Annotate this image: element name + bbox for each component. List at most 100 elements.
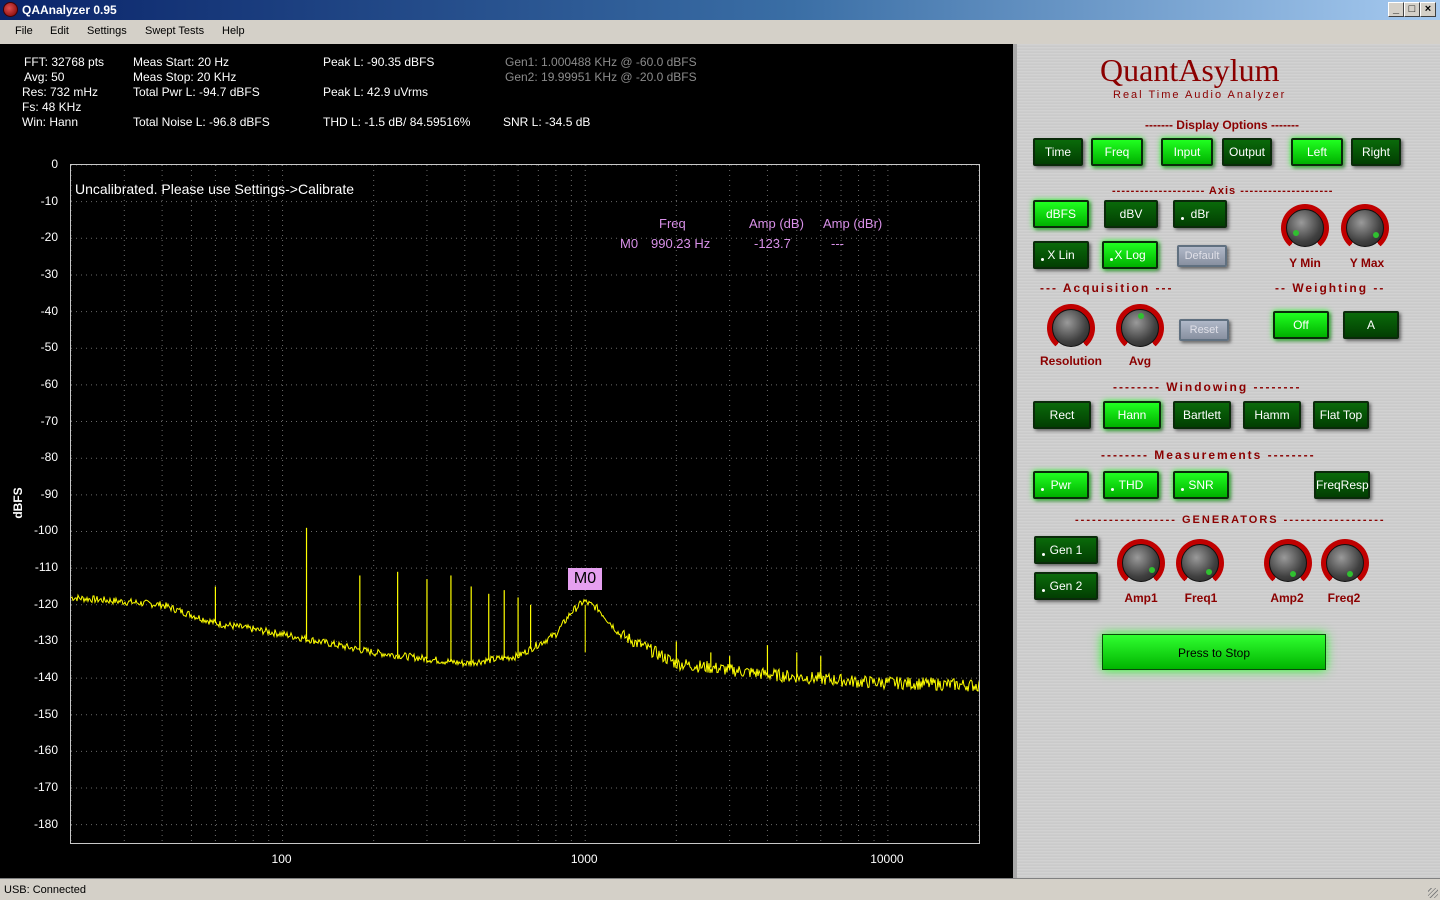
output-button[interactable]: Output (1222, 138, 1272, 166)
rect-window-button[interactable]: Rect (1033, 401, 1091, 429)
freq2-knob[interactable] (1321, 539, 1369, 587)
menu-settings[interactable]: Settings (87, 25, 127, 37)
resize-grip-icon[interactable] (1428, 888, 1438, 898)
title-bar: QAAnalyzer 0.95 _ □ × (0, 0, 1440, 20)
menu-edit[interactable]: Edit (50, 25, 69, 37)
stat-gen1: Gen1: 1.000488 KHz @ -60.0 dBFS (505, 55, 697, 69)
x-lin-button[interactable]: X Lin (1033, 241, 1089, 269)
y-tick-label: -120 (33, 596, 58, 611)
marker-row-name: M0 (620, 236, 639, 251)
snr-button[interactable]: SNR (1173, 471, 1229, 499)
y-min-knob-indicator (1293, 230, 1299, 236)
thd-indicator-dot (1111, 488, 1114, 491)
menu-file[interactable]: File (15, 25, 33, 37)
thd-label: THD (1118, 478, 1144, 492)
press-to-stop-button[interactable]: Press to Stop (1102, 634, 1326, 670)
freq1-knob-cap (1181, 544, 1219, 582)
freq1-knob[interactable] (1176, 539, 1224, 587)
avg-label: Avg (1128, 354, 1152, 368)
minimize-button[interactable]: _ (1388, 2, 1404, 17)
close-button[interactable]: × (1420, 2, 1436, 17)
stat-gen2: Gen2: 19.99951 KHz @ -20.0 dBFS (505, 70, 697, 84)
marker-row-freq: 990.23 Hz (651, 236, 711, 251)
x-log-button[interactable]: X Log (1102, 241, 1158, 269)
thd-button[interactable]: THD (1103, 471, 1159, 499)
y-tick-label: -140 (33, 670, 58, 685)
y-max-knob[interactable] (1341, 204, 1389, 252)
spectrum-trace (70, 593, 980, 692)
reset-button[interactable]: Reset (1179, 319, 1229, 341)
gen1-button[interactable]: Gen 1 (1034, 536, 1098, 564)
x-log-indicator-dot (1110, 258, 1113, 261)
bartlett-window-button[interactable]: Bartlett (1173, 401, 1231, 429)
y-max-knob-indicator (1373, 232, 1379, 238)
y-tick-label: -40 (40, 303, 58, 318)
input-button[interactable]: Input (1161, 138, 1213, 166)
spectrum-svg (70, 164, 980, 843)
hamm-window-button[interactable]: Hamm (1243, 401, 1301, 429)
weighting-off-button[interactable]: Off (1273, 311, 1329, 339)
resolution-knob-cap (1052, 309, 1090, 347)
left-channel-button[interactable]: Left (1291, 138, 1343, 166)
section-weighting: -- Weighting -- (1275, 281, 1386, 295)
gen2-label: Gen 2 (1049, 579, 1083, 593)
time-button[interactable]: Time (1033, 138, 1083, 166)
amp2-knob-indicator (1290, 571, 1296, 577)
right-channel-button[interactable]: Right (1351, 138, 1401, 166)
section-windowing: -------- Windowing -------- (1113, 380, 1302, 394)
dbr-indicator-dot (1181, 217, 1184, 220)
maximize-button[interactable]: □ (1404, 2, 1420, 17)
pwr-label: Pwr (1050, 478, 1072, 492)
amp1-knob[interactable] (1117, 539, 1165, 587)
amp2-knob[interactable] (1264, 539, 1312, 587)
freqresp-button[interactable]: FreqResp (1314, 471, 1370, 499)
section-measurements: -------- Measurements -------- (1101, 448, 1316, 462)
stat-total-pwr: Total Pwr L: -94.7 dBFS (133, 85, 260, 99)
menu-help[interactable]: Help (222, 25, 245, 37)
freq-button[interactable]: Freq (1091, 138, 1143, 166)
section-display-options: ------- Display Options ------- (1145, 118, 1299, 132)
status-bar: USB: Connected (0, 878, 1440, 900)
avg-knob[interactable] (1116, 304, 1164, 352)
default-axis-button[interactable]: Default (1177, 245, 1227, 267)
marker-flag[interactable]: M0 (568, 568, 602, 590)
stat-thd: THD L: -1.5 dB/ 84.59516% (323, 115, 471, 129)
section-axis: -------------------- Axis --------------… (1112, 185, 1334, 197)
x-tick-label: 100 (271, 852, 292, 866)
y-min-knob-cap (1286, 209, 1324, 247)
avg-knob-cap (1121, 309, 1159, 347)
y-tick-label: -110 (34, 560, 58, 575)
dbr-button[interactable]: dBr (1173, 200, 1227, 228)
gen2-button[interactable]: Gen 2 (1034, 572, 1098, 600)
stat-total-noise: Total Noise L: -96.8 dBFS (133, 115, 270, 129)
y-tick-label: -130 (33, 633, 58, 648)
resolution-knob[interactable] (1047, 304, 1095, 352)
gen2-indicator-dot (1042, 589, 1045, 592)
calibration-notice: Uncalibrated. Please use Settings->Calib… (75, 181, 354, 197)
y-tick-label: -150 (33, 706, 58, 721)
amp2-knob-cap (1269, 544, 1307, 582)
spectrum-plot[interactable] (70, 164, 980, 844)
y-tick-label: -30 (40, 266, 58, 281)
y-tick-label: -50 (40, 340, 58, 355)
flattop-window-button[interactable]: Flat Top (1313, 401, 1369, 429)
pwr-button[interactable]: Pwr (1033, 471, 1089, 499)
pwr-indicator-dot (1041, 488, 1044, 491)
x-log-label: X Log (1114, 248, 1146, 262)
app-icon (3, 2, 18, 17)
y-max-label: Y Max (1349, 256, 1385, 270)
menu-swept-tests[interactable]: Swept Tests (145, 25, 204, 37)
dbv-button[interactable]: dBV (1104, 200, 1158, 228)
gen1-indicator-dot (1042, 553, 1045, 556)
freq2-knob-indicator (1347, 571, 1353, 577)
y-tick-label: -80 (40, 450, 58, 465)
marker-header-ampr: Amp (dBr) (823, 216, 883, 231)
marker-header-freq: Freq (659, 216, 686, 231)
hann-window-button[interactable]: Hann (1103, 401, 1161, 429)
dbfs-button[interactable]: dBFS (1033, 200, 1089, 228)
y-tick-label: -170 (33, 780, 58, 795)
marker-row-amp: -123.7 (754, 236, 791, 251)
weighting-a-button[interactable]: A (1343, 311, 1399, 339)
stat-res: Res: 732 mHz (22, 85, 99, 99)
y-min-knob[interactable] (1281, 204, 1329, 252)
